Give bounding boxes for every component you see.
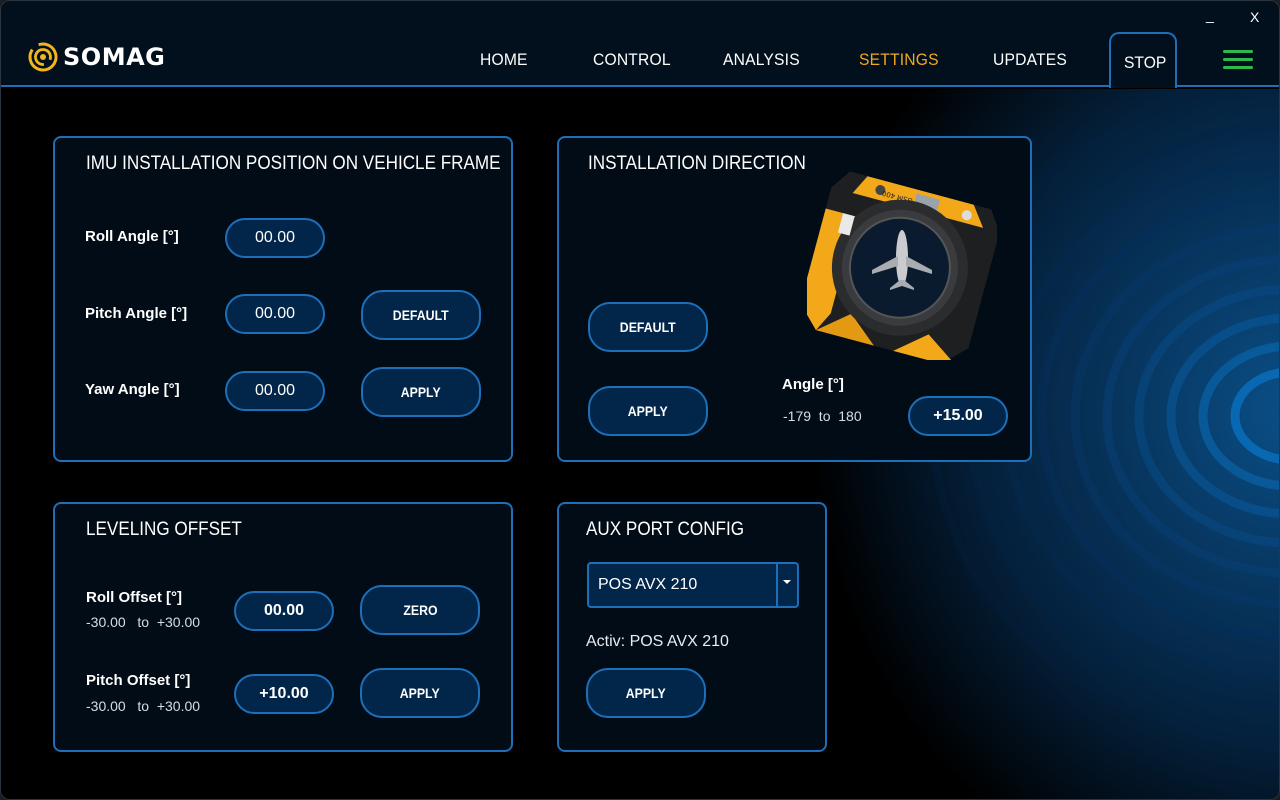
installation-direction-panel: INSTALLATION DIRECTION DEFAULT APPLY GSM: [557, 136, 1032, 462]
nav-analysis[interactable]: ANALYSIS: [723, 50, 800, 70]
nav-control[interactable]: CONTROL: [593, 50, 671, 70]
panel-title: IMU INSTALLATION POSITION ON VEHICLE FRA…: [86, 153, 501, 174]
roll-offset-input[interactable]: 00.00: [234, 591, 334, 631]
roll-offset-label: Roll Offset [°]: [86, 589, 182, 606]
close-button[interactable]: X: [1250, 9, 1259, 25]
angle-label: Angle [°]: [782, 376, 844, 393]
panel-title: LEVELING OFFSET: [86, 519, 242, 540]
imu-installation-panel: IMU INSTALLATION POSITION ON VEHICLE FRA…: [53, 136, 513, 462]
aux-port-select[interactable]: POS AVX 210: [587, 562, 799, 608]
aux-port-selected: POS AVX 210: [598, 576, 698, 593]
imu-device-image: GSM 400: [807, 171, 997, 360]
pitch-angle-input[interactable]: 00.00: [225, 294, 325, 334]
minimize-button[interactable]: _: [1206, 7, 1214, 23]
somag-logo: SOMAG: [27, 41, 165, 73]
nav-home[interactable]: HOME: [480, 50, 528, 70]
yaw-angle-label: Yaw Angle [°]: [85, 381, 180, 398]
nav-updates[interactable]: UPDATES: [993, 50, 1067, 70]
pitch-offset-range: -30.00 to +30.00: [86, 698, 201, 714]
stop-button[interactable]: STOP: [1109, 32, 1177, 88]
roll-angle-input[interactable]: 00.00: [225, 218, 325, 258]
yaw-angle-input[interactable]: 00.00: [225, 371, 325, 411]
pitch-offset-label: Pitch Offset [°]: [86, 672, 191, 689]
imu-apply-button[interactable]: APPLY: [361, 367, 481, 417]
angle-range: -179 to 180: [783, 408, 862, 424]
somag-logo-icon: [28, 42, 58, 72]
chevron-down-icon[interactable]: [783, 580, 791, 584]
pitch-offset-input[interactable]: +10.00: [234, 674, 334, 714]
pitch-angle-label: Pitch Angle [°]: [85, 305, 188, 322]
aux-active-status: Activ: POS AVX 210: [586, 633, 729, 650]
aux-port-config-panel: AUX PORT CONFIG POS AVX 210 Activ: POS A…: [557, 502, 827, 752]
roll-angle-label: Roll Angle [°]: [85, 228, 179, 245]
panel-title: INSTALLATION DIRECTION: [588, 153, 806, 174]
hamburger-menu-icon[interactable]: [1223, 50, 1253, 70]
app-window: SOMAG _ X HOME CONTROL ANALYSIS SETTINGS…: [0, 0, 1280, 800]
roll-offset-range: -30.00 to +30.00: [86, 614, 201, 630]
aux-apply-button[interactable]: APPLY: [586, 668, 706, 718]
settings-content: IMU INSTALLATION POSITION ON VEHICLE FRA…: [1, 89, 1279, 799]
stop-label: STOP: [1124, 53, 1167, 72]
panel-title: AUX PORT CONFIG: [586, 519, 745, 540]
imu-default-button[interactable]: DEFAULT: [361, 290, 481, 340]
angle-input[interactable]: +15.00: [908, 396, 1008, 436]
brand-name: SOMAG: [63, 43, 166, 71]
nav-settings[interactable]: SETTINGS: [859, 50, 939, 70]
direction-default-button[interactable]: DEFAULT: [588, 302, 708, 352]
zero-button[interactable]: ZERO: [360, 585, 480, 635]
leveling-offset-panel: LEVELING OFFSET Roll Offset [°] -30.00 t…: [53, 502, 513, 752]
title-bar: SOMAG _ X HOME CONTROL ANALYSIS SETTINGS…: [1, 1, 1279, 88]
direction-apply-button[interactable]: APPLY: [588, 386, 708, 436]
leveling-apply-button[interactable]: APPLY: [360, 668, 480, 718]
